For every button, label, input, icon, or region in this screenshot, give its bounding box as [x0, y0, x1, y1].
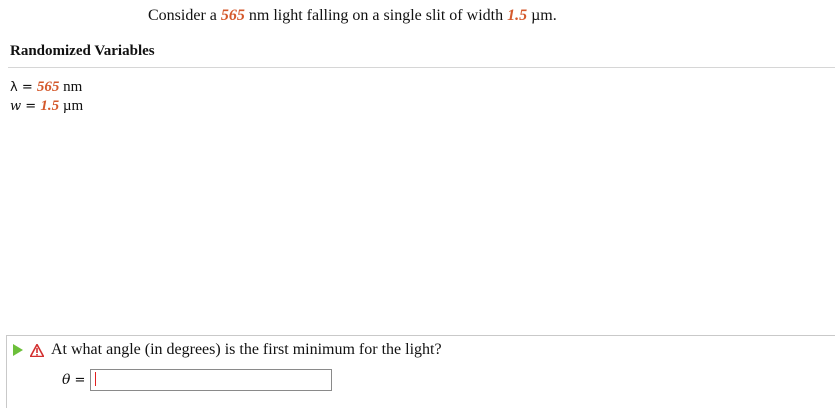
- problem-text-after: µm.: [527, 7, 557, 24]
- question-text: At what angle (in degrees) is the first …: [51, 341, 442, 358]
- variables-list: λ = 565 nm w = 1.5 µm: [10, 78, 83, 116]
- lambda-unit: nm: [59, 79, 83, 95]
- lambda-equals: =: [17, 80, 37, 95]
- wavelength-value: 565: [220, 7, 245, 24]
- slit-width-value: 1.5: [507, 7, 528, 24]
- width-unit: µm: [59, 98, 84, 114]
- lambda-symbol: λ: [10, 80, 18, 95]
- question-row: At what angle (in degrees) is the first …: [13, 340, 442, 360]
- answer-row: θ =: [62, 369, 333, 391]
- width-value: 1.5: [40, 98, 60, 114]
- answer-input[interactable]: [90, 369, 333, 391]
- page: Consider a 565 nm light falling on a sin…: [0, 0, 835, 408]
- width-equals: =: [21, 99, 41, 114]
- width-symbol: w: [10, 99, 22, 114]
- variable-row-width: w = 1.5 µm: [10, 97, 83, 116]
- problem-text-before: Consider a: [148, 7, 221, 24]
- theta-label: θ: [62, 372, 71, 388]
- warning-icon: [30, 343, 44, 357]
- text-caret: [95, 372, 97, 386]
- theta-equals: =: [74, 372, 86, 388]
- play-icon[interactable]: [13, 344, 23, 356]
- lambda-value: 565: [36, 79, 60, 95]
- problem-text-middle: nm light falling on a single slit of wid…: [244, 7, 508, 24]
- question-panel: At what angle (in degrees) is the first …: [6, 335, 835, 408]
- variable-row-lambda: λ = 565 nm: [10, 78, 83, 97]
- randomized-variables-title: Randomized Variables: [10, 43, 155, 59]
- section-divider: [8, 67, 835, 68]
- answer-field-wrapper: [90, 369, 333, 391]
- problem-statement: Consider a 565 nm light falling on a sin…: [148, 6, 557, 26]
